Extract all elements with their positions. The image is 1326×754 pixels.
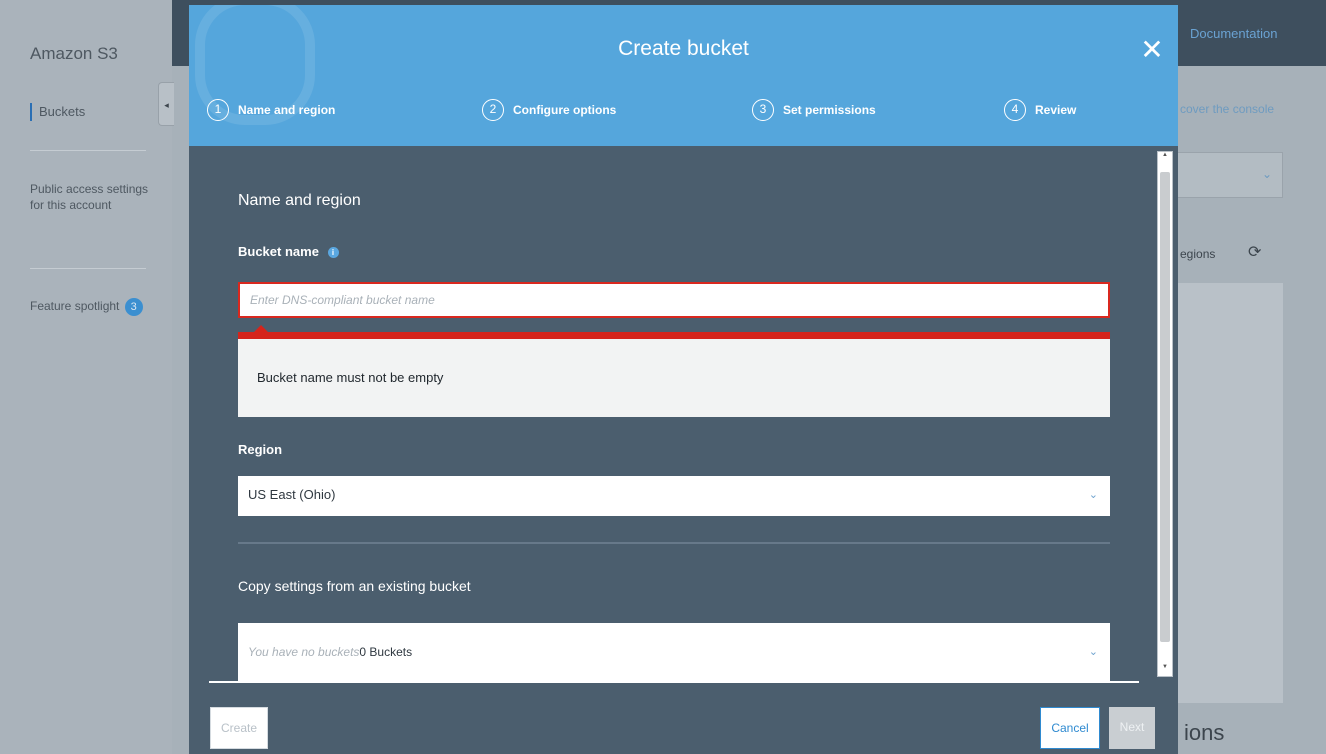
close-icon[interactable]: ✕ [1140, 35, 1164, 65]
step-number: 2 [482, 99, 504, 121]
documentation-link[interactable]: Documentation [1190, 26, 1277, 41]
region-label: Region [238, 442, 283, 457]
modal-title: Create bucket [618, 37, 749, 60]
step-number: 1 [207, 99, 229, 121]
section-heading: Name and region [238, 192, 361, 209]
copy-settings-heading: Copy settings from an existing bucket [238, 578, 471, 594]
sidebar-divider [30, 150, 146, 151]
step-label: Set permissions [783, 103, 876, 117]
step-number: 3 [752, 99, 774, 121]
step-configure-options[interactable]: 2 Configure options [482, 99, 616, 121]
step-set-permissions[interactable]: 3 Set permissions [752, 99, 876, 121]
console-content-panel [1178, 283, 1283, 703]
modal-header: Create bucket ✕ 1 Name and region 2 Conf… [189, 5, 1178, 146]
copy-settings-placeholder: You have no buckets [248, 645, 360, 659]
bucket-name-label-text: Bucket name [238, 244, 319, 259]
sidebar-item-feature-spotlight[interactable]: Feature spotlight 3 [30, 298, 143, 316]
sidebar-divider [30, 268, 146, 269]
region-select[interactable]: US East (Ohio) ⌄ [238, 476, 1110, 516]
feature-spotlight-label: Feature spotlight [30, 299, 120, 313]
step-review[interactable]: 4 Review [1004, 99, 1076, 121]
discover-console-link[interactable]: cover the console [1180, 102, 1274, 116]
copy-settings-value: You have no buckets0 Buckets [248, 645, 412, 659]
chevron-down-icon: ⌄ [1088, 489, 1098, 501]
next-button[interactable]: Next [1109, 707, 1155, 749]
step-label: Configure options [513, 103, 617, 117]
create-button[interactable]: Create [210, 707, 268, 749]
refresh-icon[interactable]: ⟳ [1248, 242, 1261, 262]
error-indicator [238, 325, 1110, 339]
step-name-and-region[interactable]: 1 Name and region [207, 99, 335, 121]
create-bucket-modal: Create bucket ✕ 1 Name and region 2 Conf… [189, 5, 1178, 754]
modal-scrollbar[interactable]: ▲ ▼ [1157, 151, 1173, 677]
regions-label: egions [1180, 247, 1216, 261]
scroll-up-arrow-icon[interactable]: ▲ [1158, 152, 1172, 164]
footer-divider [209, 681, 1139, 683]
region-selected-value: US East (Ohio) [248, 487, 336, 502]
scroll-down-arrow-icon[interactable]: ▼ [1158, 664, 1172, 676]
scrollbar-thumb[interactable] [1160, 172, 1170, 642]
cancel-button[interactable]: Cancel [1040, 707, 1100, 749]
sidebar-collapse-button[interactable]: ◂ [158, 82, 174, 126]
step-label: Name and region [238, 103, 336, 117]
bucket-name-input[interactable]: Enter DNS-compliant bucket name [238, 282, 1110, 318]
modal-body: Name and region Bucket name i Enter DNS-… [189, 146, 1178, 686]
sidebar-item-public-access[interactable]: Public access settings for this account [30, 181, 150, 213]
console-region-select[interactable]: ⌄ [1178, 152, 1283, 198]
service-title: Amazon S3 [30, 44, 118, 63]
copy-settings-count: 0 Buckets [359, 645, 413, 659]
info-icon[interactable]: i [327, 247, 339, 259]
step-number: 4 [1004, 99, 1026, 121]
chevron-down-icon: ⌄ [1261, 167, 1272, 181]
chevron-down-icon: ⌄ [1088, 646, 1098, 658]
console-sidebar: Amazon S3 Buckets Public access settings… [0, 0, 172, 754]
bucket-name-placeholder: Enter DNS-compliant bucket name [250, 293, 435, 307]
bucket-name-label: Bucket name i [238, 244, 339, 259]
console-partial-heading: ions [1184, 720, 1225, 745]
section-divider [238, 542, 1110, 544]
error-message-box: Bucket name must not be empty [238, 339, 1110, 417]
error-message: Bucket name must not be empty [257, 370, 444, 385]
feature-spotlight-count-badge: 3 [124, 298, 143, 316]
sidebar-item-buckets[interactable]: Buckets [30, 103, 85, 121]
copy-settings-select[interactable]: You have no buckets0 Buckets ⌄ [238, 623, 1110, 681]
step-label: Review [1035, 103, 1077, 117]
